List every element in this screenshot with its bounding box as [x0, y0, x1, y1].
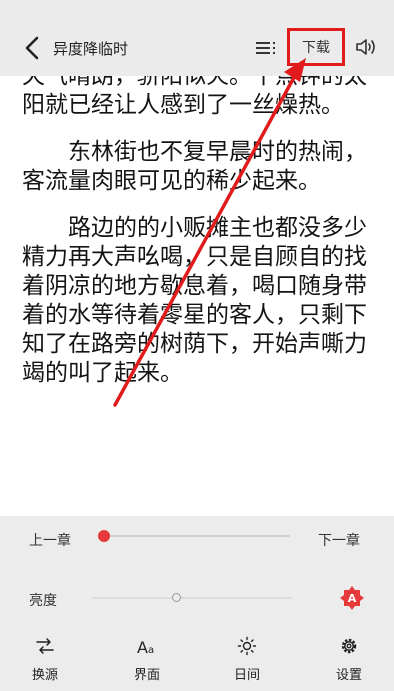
paragraph: 路边的的小贩摊主也都没多少精力再大声吆喝，只是自顾自的找着阴凉的地方歇息着，喝口… [22, 215, 367, 386]
nav-label: 日间 [233, 668, 260, 683]
table-of-contents-icon[interactable] [256, 40, 278, 56]
reader-control-panel: 上一章 下一章 亮度 A 换源 A a 界面 日间 设置 [0, 516, 394, 691]
nav-settings[interactable]: 设置 [314, 628, 384, 691]
top-toolbar: 异度降临时 下载 [0, 0, 394, 76]
nav-interface[interactable]: A a 界面 [112, 628, 182, 691]
auto-brightness-icon[interactable]: A [340, 586, 364, 610]
svg-text:a: a [148, 645, 154, 656]
sun-icon [237, 636, 257, 656]
svg-text:A: A [137, 638, 148, 656]
next-chapter-button[interactable]: 下一章 [318, 530, 360, 550]
paragraph: 东林街也不复早晨时的热闹，客流量肉眼可见的稀少起来。 [22, 139, 367, 194]
brightness-slider-knob[interactable] [171, 593, 181, 602]
chapter-text: 天气晴朗，骄阳似火。十点钟的太阳就已经让人感到了一丝燥热。 东林街也不复早晨时的… [22, 76, 378, 406]
nav-label: 设置 [335, 668, 362, 683]
font-aa-icon: A a [137, 638, 154, 656]
settings-gear-icon [341, 638, 357, 654]
nav-switch-source[interactable]: 换源 [10, 628, 80, 691]
nav-label: 界面 [133, 668, 160, 683]
chapter-progress-track[interactable] [104, 535, 290, 537]
auto-brightness-badge: A [348, 592, 357, 605]
bottom-nav: 换源 A a 界面 日间 设置 [0, 628, 394, 691]
previous-chapter-button[interactable]: 上一章 [29, 530, 71, 550]
brightness-label: 亮度 [29, 593, 57, 609]
chapter-progress-knob[interactable] [98, 530, 110, 542]
nav-label: 换源 [31, 668, 58, 683]
reading-area[interactable]: 天气晴朗，骄阳似火。十点钟的太阳就已经让人感到了一丝燥热。 东林街也不复早晨时的… [0, 76, 394, 516]
download-button[interactable]: 下载 [287, 28, 345, 66]
switch-source-icon [36, 638, 54, 654]
back-arrow-icon[interactable] [22, 36, 44, 60]
paragraph: 天气晴朗，骄阳似火。十点钟的太阳就已经让人感到了一丝燥热。 [22, 76, 367, 118]
book-title: 异度降临时 [53, 40, 129, 58]
brightness-slider-track[interactable] [92, 597, 292, 599]
read-aloud-speaker-icon[interactable] [355, 36, 377, 58]
nav-day-mode[interactable]: 日间 [212, 628, 282, 691]
download-label: 下载 [302, 40, 330, 56]
